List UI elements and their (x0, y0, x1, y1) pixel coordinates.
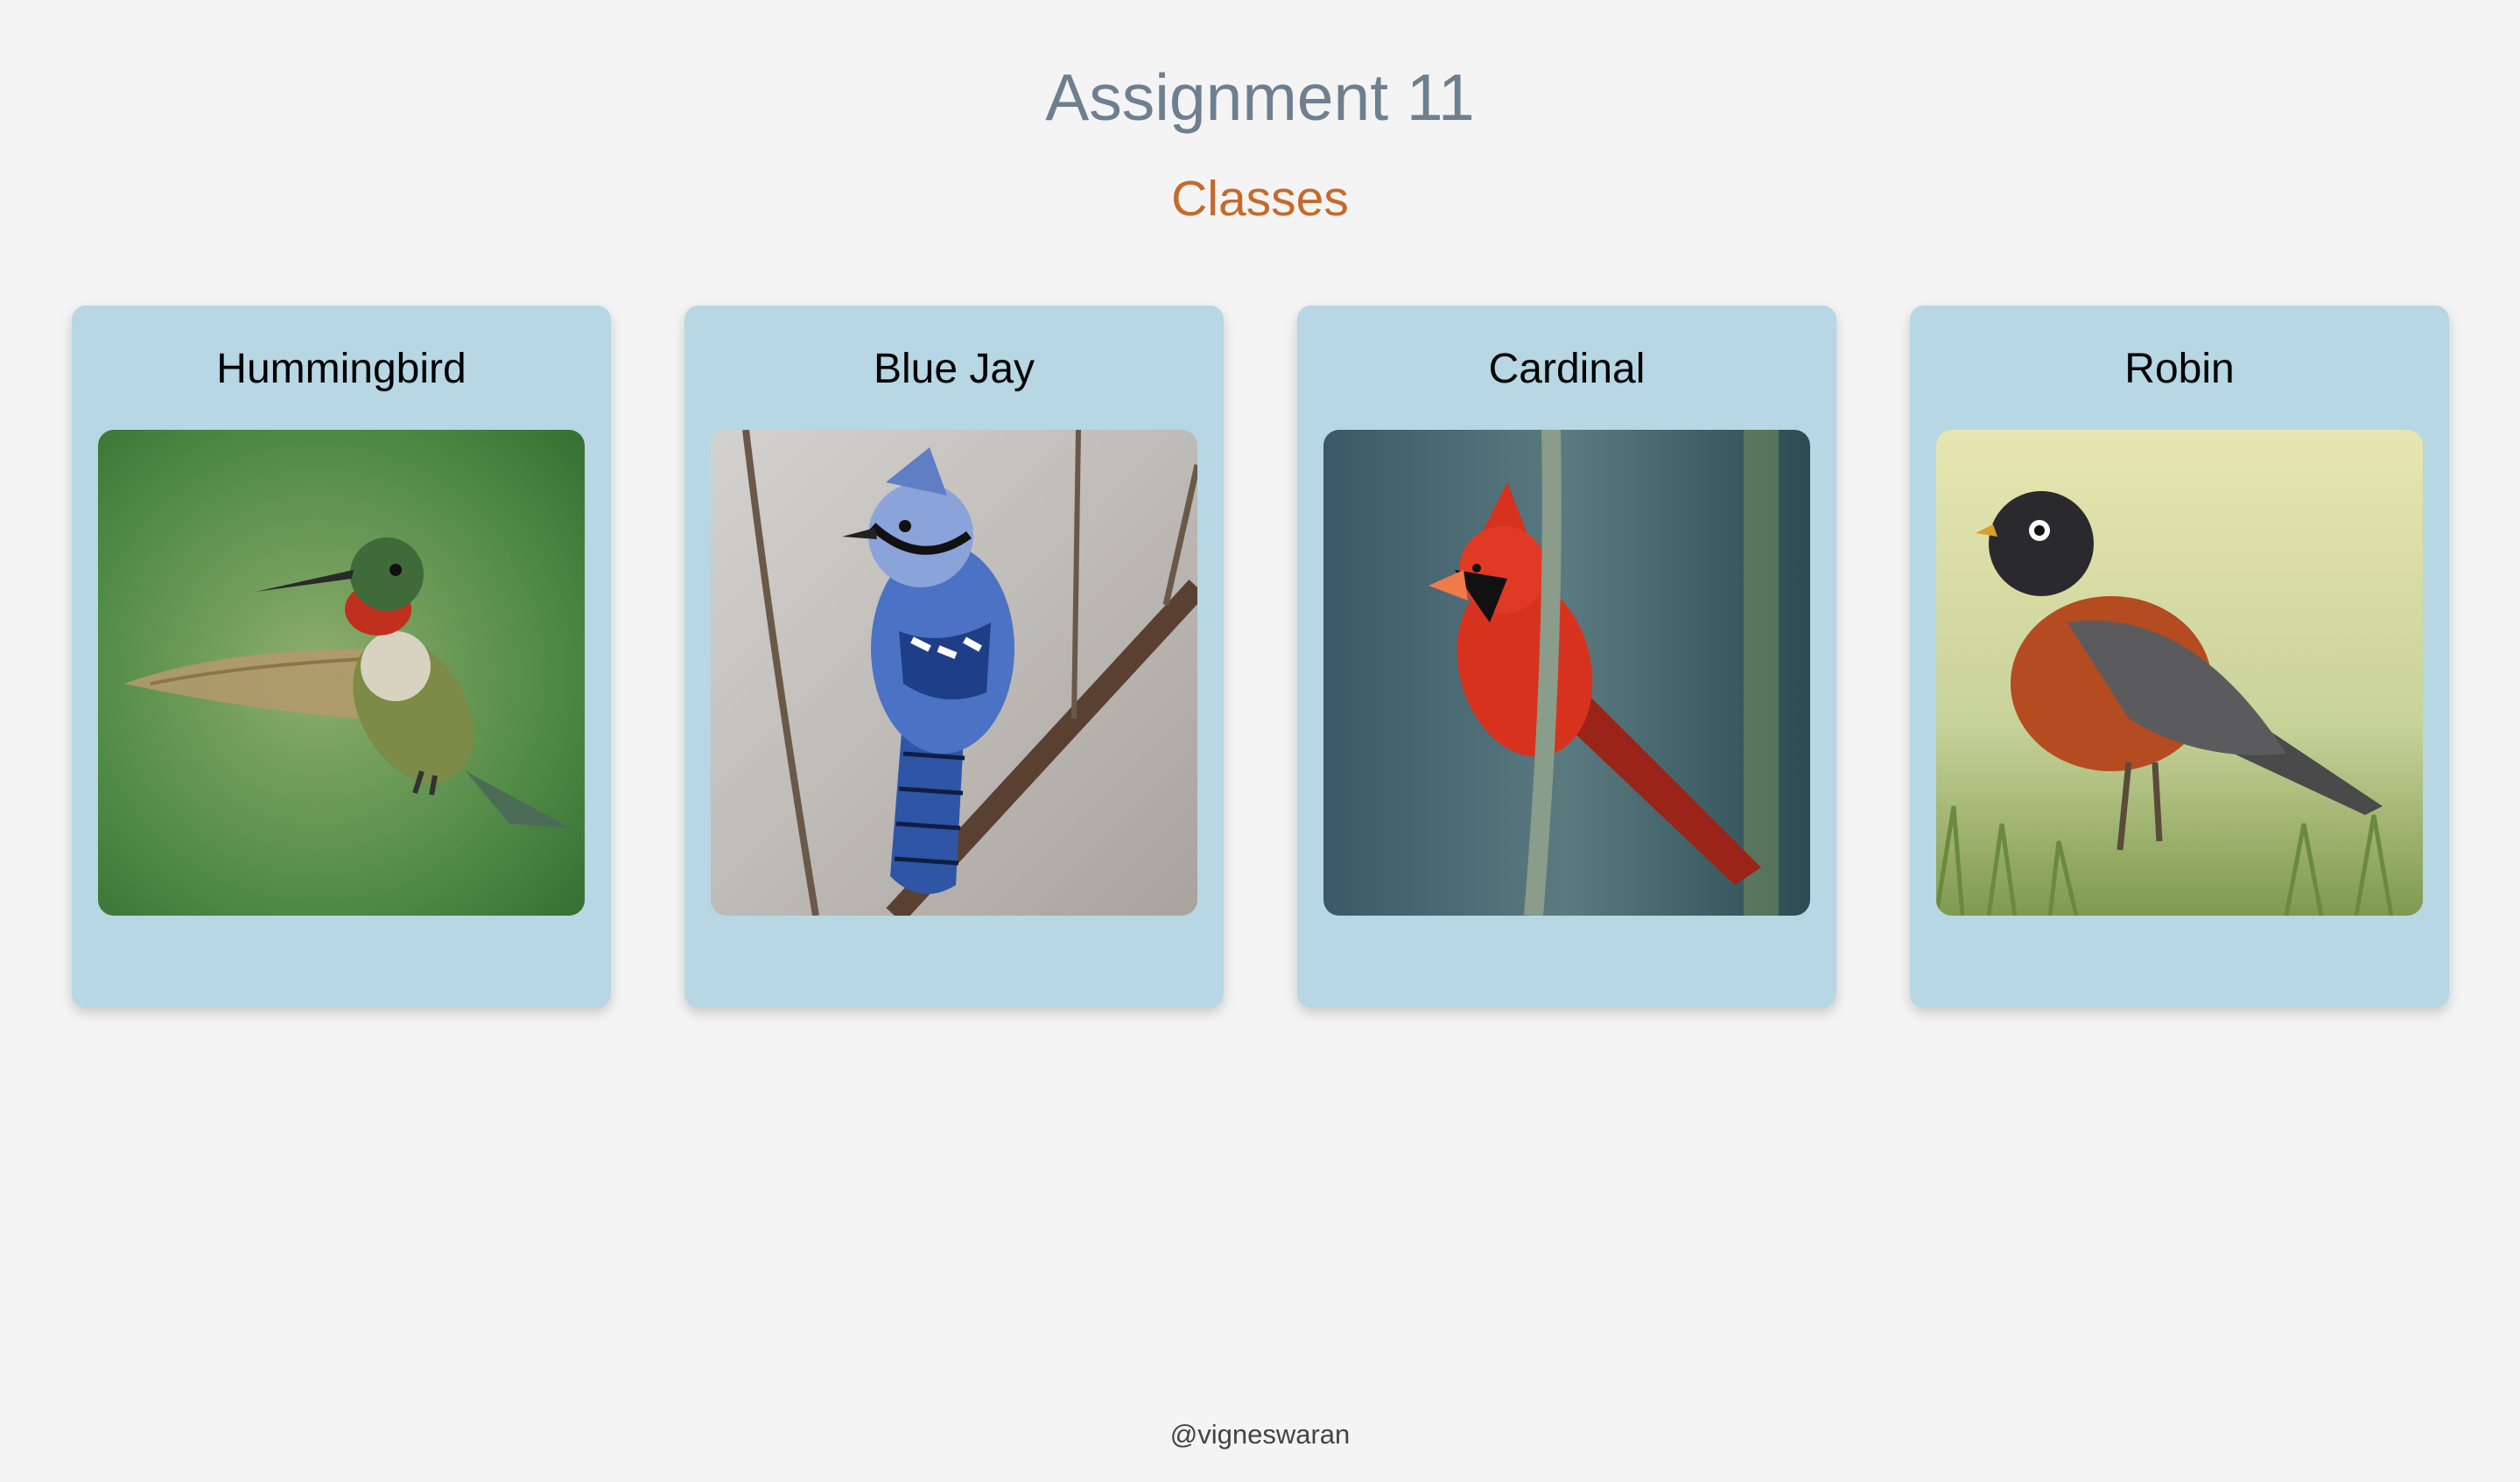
card-title: Cardinal (1488, 346, 1646, 392)
hummingbird-image (98, 430, 585, 916)
card-robin: Robin (1910, 306, 2449, 1008)
robin-image (1936, 430, 2423, 916)
card-title: Hummingbird (216, 346, 467, 392)
card-title: Robin (2124, 346, 2235, 392)
page-subtitle: Classes (1171, 171, 1349, 227)
blue-jay-image (711, 430, 1197, 916)
page-title: Assignment 11 (1045, 60, 1475, 134)
card-hummingbird: Hummingbird (72, 306, 611, 1008)
card-cardinal: Cardinal (1297, 306, 1836, 1008)
cardinal-image (1323, 430, 1810, 916)
card-blue-jay: Blue Jay (684, 306, 1224, 1008)
footer-credit: @vigneswaran (1169, 1419, 1351, 1450)
card-title: Blue Jay (873, 346, 1035, 392)
